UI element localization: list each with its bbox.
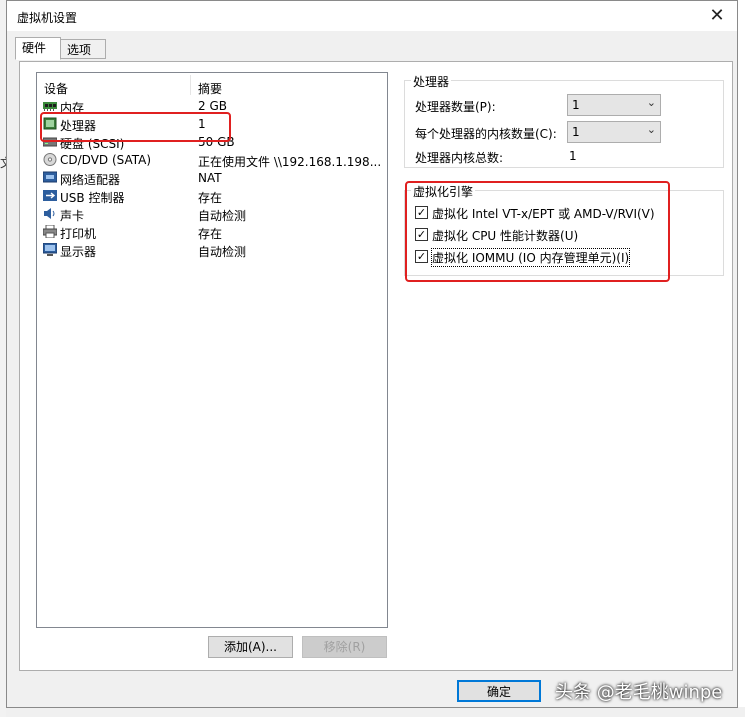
device-list[interactable]: 设备 摘要 内存 2 GB 处理器 1 硬盘 (SCSI) 50 GB CD/D… — [36, 72, 388, 628]
column-separator — [190, 75, 191, 95]
total-cores-value: 1 — [569, 149, 577, 163]
printer-icon — [43, 225, 57, 238]
highlight-box-virtualization — [405, 181, 670, 282]
highlight-box-processor — [40, 112, 231, 142]
tab-options[interactable]: 选项 — [60, 39, 106, 59]
vm-settings-dialog: 虚拟机设置 ✕ 硬件 选项 设备 摘要 内存 2 GB 处理器 1 硬盘 (SC… — [6, 0, 738, 708]
device-name: 显示器 — [60, 245, 97, 259]
cores-per-processor-value: 1 — [572, 125, 580, 139]
close-icon[interactable]: ✕ — [699, 1, 735, 31]
cd-icon — [43, 153, 57, 166]
list-item-usb[interactable]: USB 控制器 存在 — [41, 187, 387, 205]
memory-icon — [43, 102, 57, 111]
device-summary: 存在 — [198, 227, 223, 241]
device-summary: 2 GB — [198, 99, 227, 113]
list-item-monitor[interactable]: 显示器 自动检测 — [41, 241, 387, 259]
hardware-tab-panel: 设备 摘要 内存 2 GB 处理器 1 硬盘 (SCSI) 50 GB CD/D… — [19, 61, 733, 671]
device-name: 声卡 — [60, 209, 85, 223]
watermark-text: 头条 @老毛桃winpe — [555, 682, 723, 703]
chevron-down-icon: ⌄ — [646, 123, 656, 136]
chevron-down-icon: ⌄ — [646, 96, 656, 109]
processor-count-label: 处理器数量(P): — [415, 100, 496, 114]
ok-button[interactable]: 确定 — [457, 680, 541, 702]
add-button[interactable]: 添加(A)... — [208, 636, 293, 658]
column-header-summary[interactable]: 摘要 — [198, 80, 222, 97]
device-summary: NAT — [198, 171, 222, 185]
list-item-printer[interactable]: 打印机 存在 — [41, 223, 387, 241]
column-header-device[interactable]: 设备 — [44, 80, 68, 97]
background-bottom — [6, 707, 745, 717]
cores-per-processor-label: 每个处理器的内核数量(C): — [415, 127, 557, 141]
processor-count-select[interactable]: 1 ⌄ — [567, 94, 661, 116]
processor-count-value: 1 — [572, 98, 580, 112]
usb-icon — [43, 190, 57, 201]
cores-per-processor-select[interactable]: 1 ⌄ — [567, 121, 661, 143]
title-bar: 虚拟机设置 ✕ — [7, 1, 737, 31]
list-item-sound[interactable]: 声卡 自动检测 — [41, 205, 387, 223]
list-item-cddvd[interactable]: CD/DVD (SATA) 正在使用文件 \\192.168.1.198... — [41, 151, 387, 169]
device-summary: 自动检测 — [198, 209, 247, 223]
device-name: 网络适配器 — [60, 173, 121, 187]
device-summary: 存在 — [198, 191, 223, 205]
device-summary: 正在使用文件 \\192.168.1.198... — [198, 155, 382, 169]
sound-icon — [44, 208, 55, 219]
processor-group: 处理器 处理器数量(P): 1 ⌄ 每个处理器的内核数量(C): 1 ⌄ 处理器… — [404, 73, 724, 168]
processor-group-title: 处理器 — [411, 73, 452, 90]
device-summary: 自动检测 — [198, 245, 247, 259]
window-title: 虚拟机设置 — [17, 11, 78, 25]
device-name: CD/DVD (SATA) — [60, 153, 152, 167]
device-name: USB 控制器 — [60, 191, 125, 205]
total-cores-label: 处理器内核总数: — [415, 151, 504, 165]
network-icon — [43, 171, 57, 183]
monitor-icon — [43, 243, 57, 256]
device-name: 打印机 — [60, 227, 97, 241]
tab-hardware[interactable]: 硬件 — [15, 37, 61, 60]
remove-button[interactable]: 移除(R) — [302, 636, 387, 658]
list-item-network[interactable]: 网络适配器 NAT — [41, 169, 387, 187]
